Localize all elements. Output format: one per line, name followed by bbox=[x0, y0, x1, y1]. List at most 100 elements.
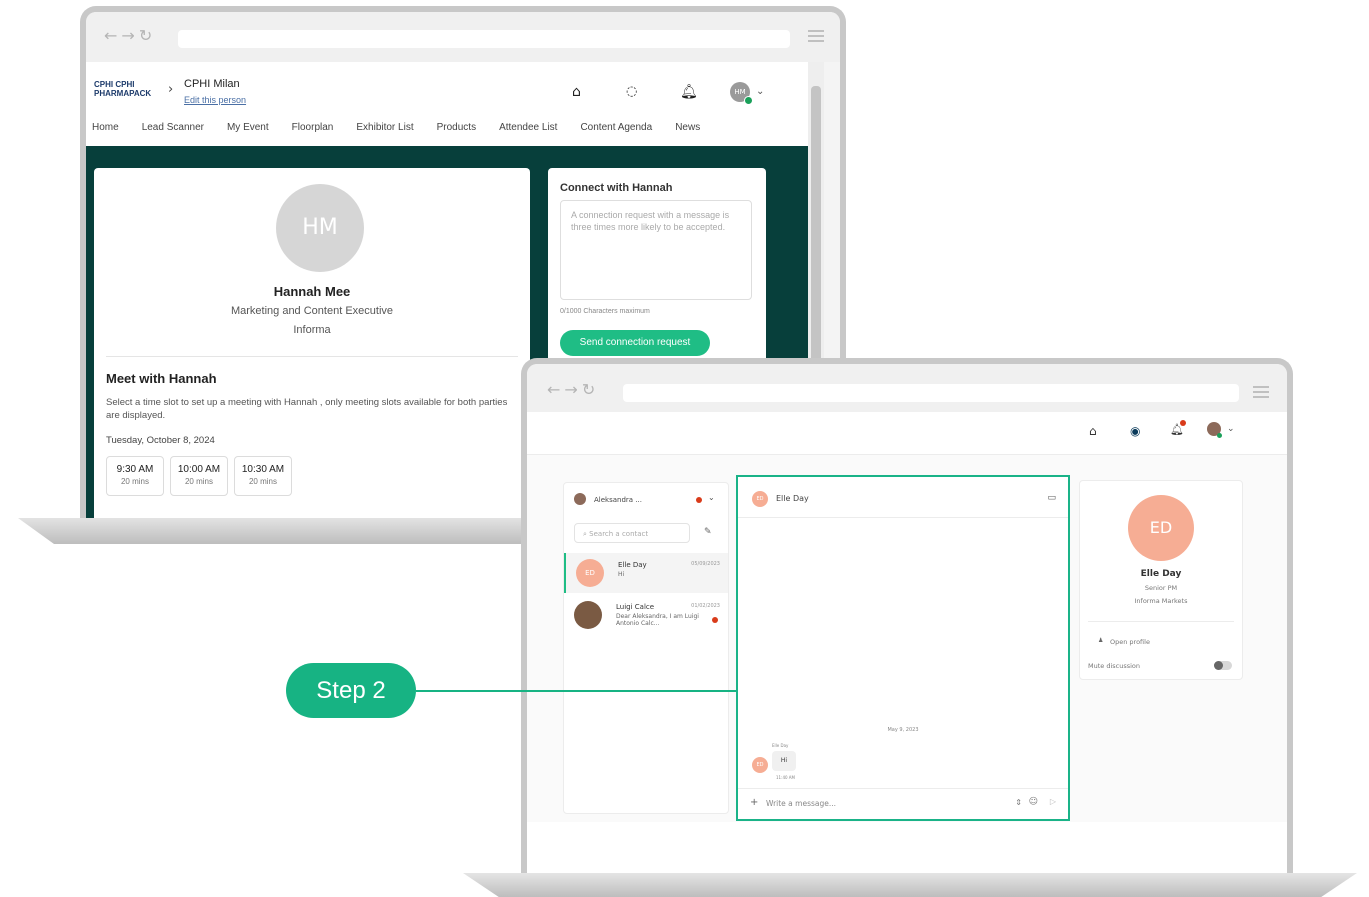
video-call-icon[interactable]: ▭ bbox=[1047, 493, 1056, 503]
search-input[interactable]: ⌕ Search a contact bbox=[574, 523, 690, 543]
address-bar[interactable] bbox=[178, 30, 790, 48]
message-input[interactable]: Write a message... bbox=[766, 799, 836, 808]
contact-last-message: Hi bbox=[618, 571, 625, 578]
my-avatar bbox=[574, 493, 586, 505]
contact-name: Luigi Calce bbox=[616, 603, 655, 611]
chevron-down-icon[interactable]: ⌄ bbox=[708, 493, 715, 502]
nav-content-agenda[interactable]: Content Agenda bbox=[580, 122, 652, 133]
nav-lead-scanner[interactable]: Lead Scanner bbox=[142, 122, 204, 133]
conversation-contact-name: Elle Day bbox=[776, 494, 809, 503]
mute-toggle[interactable] bbox=[1214, 661, 1232, 670]
main-nav: Home Lead Scanner My Event Floorplan Exh… bbox=[92, 122, 723, 133]
send-icon[interactable]: ▷ bbox=[1050, 797, 1056, 806]
meet-date: Tuesday, October 8, 2024 bbox=[106, 435, 215, 446]
browser-toolbar: ←→↻ bbox=[527, 364, 1287, 412]
connect-card: Connect with Hannah A connection request… bbox=[548, 168, 766, 388]
divider bbox=[1088, 621, 1234, 622]
contact-last-message: Dear Aleksandra, I am Luigi Antonio Calc… bbox=[616, 613, 699, 627]
toggle-knob bbox=[1214, 661, 1223, 670]
back-arrow-icon[interactable]: ← bbox=[104, 26, 121, 45]
chevron-down-icon[interactable]: ⌄ bbox=[756, 86, 764, 97]
refresh-icon[interactable]: ↻ bbox=[582, 380, 599, 399]
plus-icon[interactable]: + bbox=[750, 797, 758, 808]
nav-home[interactable]: Home bbox=[92, 122, 119, 133]
app-header: ⌂ ◉ 🔔︎ ⌄ bbox=[527, 412, 1287, 455]
slot-duration: 20 mins bbox=[120, 477, 149, 486]
address-bar[interactable] bbox=[623, 384, 1239, 402]
edit-person-link[interactable]: Edit this person bbox=[184, 95, 246, 105]
unread-dot bbox=[712, 617, 718, 623]
browser-nav[interactable]: ←→↻ bbox=[104, 26, 156, 45]
browser-nav[interactable]: ←→↻ bbox=[547, 380, 599, 399]
menu-icon[interactable] bbox=[808, 30, 824, 44]
logo-line-2: PHARMAPACK bbox=[94, 89, 152, 98]
slot-duration: 20 mins bbox=[184, 477, 213, 486]
profile-avatar: HM bbox=[276, 184, 364, 272]
open-profile-link[interactable]: Open profile bbox=[1110, 638, 1150, 646]
nav-attendee-list[interactable]: Attendee List bbox=[499, 122, 557, 133]
search-placeholder: Search a contact bbox=[589, 530, 649, 538]
home-icon[interactable]: ⌂ bbox=[1089, 424, 1097, 438]
forward-arrow-icon[interactable]: → bbox=[564, 380, 581, 399]
slot-time: 10:00 AM bbox=[177, 464, 221, 475]
contact-avatar: ED bbox=[752, 491, 768, 507]
back-arrow-icon[interactable]: ← bbox=[547, 380, 564, 399]
chevron-down-icon[interactable]: ⌄ bbox=[1227, 424, 1235, 434]
stepper-icon[interactable]: ⇕ bbox=[1015, 798, 1022, 807]
profile-title: Marketing and Content Executive bbox=[230, 305, 394, 317]
sender-avatar: ED bbox=[752, 757, 768, 773]
divider bbox=[106, 356, 518, 357]
send-connection-request-button[interactable]: Send connection request bbox=[560, 330, 710, 356]
chat-laptop-window: ←→↻ ⌂ ◉ 🔔︎ ⌄ Aleksandra ... ⌄ ⌕ Search a… bbox=[521, 358, 1293, 880]
contact-date: 01/02/2023 bbox=[691, 603, 720, 609]
time-slot[interactable]: 10:30 AM 20 mins bbox=[234, 456, 292, 496]
profile-company: Informa Markets bbox=[1134, 597, 1188, 605]
mute-label: Mute discussion bbox=[1088, 662, 1141, 670]
meet-description: Select a time slot to set up a meeting w… bbox=[106, 397, 508, 421]
search-icon: ⌕ bbox=[583, 530, 587, 538]
event-logo[interactable]: CPHI CPHI PHARMAPACK bbox=[94, 80, 151, 98]
chat-icon[interactable]: ◌ bbox=[626, 84, 637, 99]
nav-my-event[interactable]: My Event bbox=[227, 122, 269, 133]
emoji-icon[interactable]: ☺ bbox=[1029, 797, 1038, 807]
contact-date: 05/09/2023 bbox=[691, 561, 720, 567]
forward-arrow-icon[interactable]: → bbox=[121, 26, 138, 45]
profile-company: Informa bbox=[293, 324, 331, 336]
time-slot[interactable]: 10:00 AM 20 mins bbox=[170, 456, 228, 496]
nav-products[interactable]: Products bbox=[437, 122, 476, 133]
chevron-right-icon: › bbox=[168, 82, 174, 97]
my-name[interactable]: Aleksandra ... bbox=[594, 496, 642, 504]
notification-dot bbox=[1180, 420, 1186, 426]
chat-icon[interactable]: ◉ bbox=[1130, 424, 1140, 438]
profile-card: HM Hannah Mee Marketing and Content Exec… bbox=[94, 168, 530, 524]
bell-icon[interactable]: 🔔︎ bbox=[680, 84, 698, 100]
conversation-panel: ED Elle Day ▭ May 9, 2023 Elle Day ED Hi… bbox=[736, 475, 1070, 821]
contact-avatar: ED bbox=[576, 559, 604, 587]
profile-name: Hannah Mee bbox=[273, 284, 351, 299]
refresh-icon[interactable]: ↻ bbox=[139, 26, 156, 45]
page-footer-area bbox=[527, 822, 1287, 880]
browser-toolbar: ←→↻ bbox=[86, 12, 840, 62]
list-item[interactable]: ED Elle Day Hi 05/09/2023 bbox=[564, 553, 728, 593]
contact-profile-panel: ED Elle Day Senior PM Informa Markets ♟ … bbox=[1079, 480, 1243, 680]
profile-name: Elle Day bbox=[1140, 569, 1182, 579]
time-slot[interactable]: 9:30 AM 20 mins bbox=[106, 456, 164, 496]
nav-news[interactable]: News bbox=[675, 122, 700, 133]
online-status-dot bbox=[1217, 433, 1222, 438]
conversation-header: ED Elle Day ▭ bbox=[738, 477, 1068, 518]
message-sender: Elle Day bbox=[772, 743, 789, 748]
menu-icon[interactable] bbox=[1253, 386, 1269, 400]
nav-exhibitor-list[interactable]: Exhibitor List bbox=[356, 122, 413, 133]
home-icon[interactable]: ⌂ bbox=[572, 84, 581, 100]
meet-title: Meet with Hannah bbox=[106, 371, 217, 386]
new-message-icon[interactable]: ✎ bbox=[704, 527, 712, 537]
connection-message-field[interactable]: A connection request with a message is t… bbox=[560, 200, 752, 300]
contact-list-panel: Aleksandra ... ⌄ ⌕ Search a contact ✎ ED… bbox=[563, 482, 729, 814]
message-time: 11:40 AM bbox=[776, 775, 795, 780]
step-badge: Step 2 bbox=[286, 663, 416, 718]
laptop-base bbox=[463, 873, 1357, 897]
user-icon: ♟ bbox=[1098, 637, 1104, 644]
list-item[interactable]: LC Luigi Calce Dear Aleksandra, I am Lui… bbox=[564, 595, 728, 635]
nav-floorplan[interactable]: Floorplan bbox=[292, 122, 334, 133]
slot-duration: 20 mins bbox=[248, 477, 277, 486]
